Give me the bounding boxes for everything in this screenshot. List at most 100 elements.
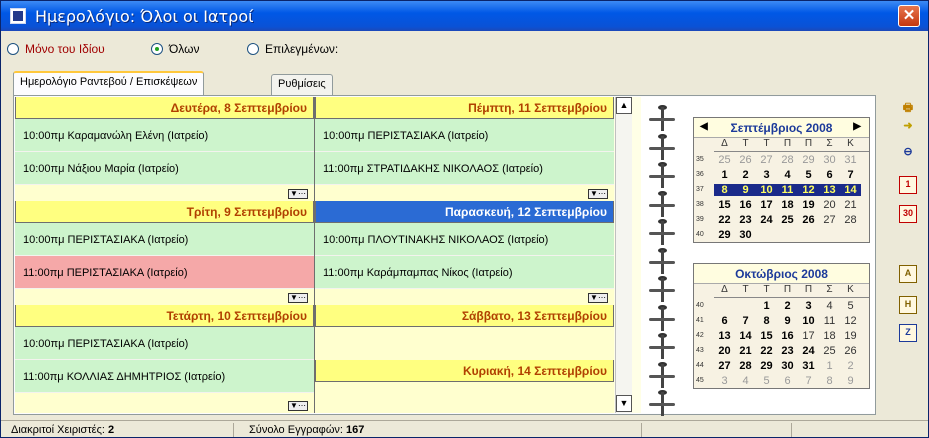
day-header[interactable]: Παρασκευή, 12 Σεπτεμβρίου [315, 201, 614, 223]
calendar-day[interactable]: 17 [798, 330, 819, 342]
go-to-today-icon[interactable]: ➜ [899, 119, 917, 137]
week-number[interactable]: 37 [694, 186, 714, 193]
calendar-day[interactable]: 2 [735, 169, 756, 181]
calendar-day[interactable]: 24 [756, 214, 777, 226]
calendar-day[interactable]: 23 [777, 345, 798, 357]
day-view-icon[interactable]: 1 [899, 176, 917, 194]
close-button[interactable]: ✕ [898, 5, 920, 27]
calendar-day[interactable]: 20 [819, 199, 840, 211]
tab-appointments-calendar[interactable]: Ημερολόγιο Ραντεβού / Επισκέψεων [13, 71, 205, 95]
month-title[interactable]: Οκτώβριος 2008 [735, 267, 828, 281]
day-header[interactable]: Τετάρτη, 10 Σεπτεμβρίου [15, 305, 314, 327]
calendar-day[interactable]: 12 [798, 183, 819, 196]
day-header[interactable]: Πέμπτη, 11 Σεπτεμβρίου [315, 97, 614, 119]
calendar-day[interactable]: 11 [819, 315, 840, 327]
calendar-day[interactable]: 7 [735, 315, 756, 327]
calendar-day[interactable]: 19 [798, 199, 819, 211]
scroll-up-icon[interactable]: ▲ [616, 97, 632, 114]
calendar-day[interactable]: 22 [714, 214, 735, 226]
more-appointments-icon[interactable]: ▼⋯ [288, 293, 308, 303]
appointment-item[interactable]: 10:00πμ ΠΛΟΥΤΙΝΑΚΗΣ ΝΙΚΟΛΑΟΣ (Ιατρείο) [315, 223, 614, 256]
next-month-icon[interactable]: ▶ [853, 121, 861, 132]
calendar-day[interactable]: 6 [819, 169, 840, 181]
appointment-item[interactable]: 10:00πμ ΠΕΡΙΣΤΑΣΙΑΚΑ (Ιατρείο) [315, 119, 614, 152]
prev-month-icon[interactable]: ◀ [700, 121, 708, 132]
calendar-day[interactable]: 6 [714, 315, 735, 327]
radio-icon[interactable] [7, 43, 19, 55]
calendar-day[interactable]: 5 [756, 375, 777, 387]
calendar-day[interactable]: 29 [756, 360, 777, 372]
calendar-day[interactable]: 25 [819, 345, 840, 357]
calendar-day[interactable]: 26 [840, 345, 861, 357]
week-number[interactable]: 40 [694, 231, 714, 238]
calendar-day[interactable]: 5 [840, 300, 861, 312]
calendar-day[interactable]: 8 [819, 375, 840, 387]
calendar-day[interactable]: 24 [798, 345, 819, 357]
calendar-day[interactable]: 7 [798, 375, 819, 387]
calendar-h-icon[interactable]: H [899, 296, 917, 314]
tab-settings[interactable]: Ρυθμίσεις [271, 74, 333, 95]
calendar-day[interactable]: 10 [798, 315, 819, 327]
calendar-day[interactable]: 27 [756, 154, 777, 166]
calendar-day[interactable]: 22 [756, 345, 777, 357]
calendar-day[interactable]: 31 [798, 360, 819, 372]
month-view-icon[interactable]: 30 [899, 205, 917, 223]
calendar-day[interactable]: 4 [777, 169, 798, 181]
calendar-z-icon[interactable]: Z [899, 324, 917, 342]
calendar-day[interactable]: 18 [777, 199, 798, 211]
calendar-day[interactable]: 29 [798, 154, 819, 166]
calendar-day[interactable]: 13 [714, 330, 735, 342]
radio-icon[interactable] [247, 43, 259, 55]
week-number[interactable]: 38 [694, 201, 714, 208]
calendar-day[interactable]: 27 [714, 360, 735, 372]
calendar-day[interactable]: 18 [819, 330, 840, 342]
calendar-day[interactable]: 31 [840, 154, 861, 166]
option-all[interactable]: Όλων [151, 42, 199, 56]
week-number[interactable]: 43 [694, 347, 714, 354]
week-number[interactable]: 36 [694, 171, 714, 178]
calendar-day[interactable]: 28 [777, 154, 798, 166]
appointment-item[interactable]: 10:00πμ ΠΕΡΙΣΤΑΣΙΑΚΑ (Ιατρείο) [15, 223, 314, 256]
calendar-day[interactable]: 13 [819, 183, 840, 196]
appointment-item[interactable]: 11:00πμ ΠΕΡΙΣΤΑΣΙΑΚΑ (Ιατρείο) [15, 256, 314, 289]
calendar-day[interactable]: 29 [714, 229, 735, 241]
calendar-day[interactable]: 3 [756, 169, 777, 181]
calendar-day[interactable]: 30 [819, 154, 840, 166]
calendar-day[interactable]: 15 [756, 330, 777, 342]
more-appointments-icon[interactable]: ▼⋯ [288, 401, 308, 411]
week-number[interactable]: 40 [694, 302, 714, 309]
option-selected[interactable]: Επιλεγμένων: [247, 42, 338, 56]
month-title[interactable]: Σεπτέμβριος 2008 [731, 121, 833, 135]
calendar-day[interactable]: 21 [735, 345, 756, 357]
day-header[interactable]: Τρίτη, 9 Σεπτεμβρίου [15, 201, 314, 223]
week-number[interactable]: 35 [694, 156, 714, 163]
calendar-day[interactable]: 16 [777, 330, 798, 342]
calendar-day[interactable]: 3 [798, 300, 819, 312]
print-icon[interactable]: 🖶 [899, 99, 917, 117]
appointment-item[interactable]: 10:00πμ Νάξιου Μαρία (Ιατρείο) [15, 152, 314, 185]
appointment-item[interactable]: 10:00πμ ΠΕΡΙΣΤΑΣΙΑΚΑ (Ιατρείο) [15, 327, 314, 360]
calendar-day[interactable]: 30 [777, 360, 798, 372]
calendar-day[interactable]: 14 [735, 330, 756, 342]
vertical-scrollbar[interactable]: ▲ ▼ [615, 97, 632, 413]
calendar-day[interactable]: 23 [735, 214, 756, 226]
more-appointments-icon[interactable]: ▼⋯ [288, 189, 308, 199]
calendar-day[interactable]: 7 [840, 169, 861, 181]
week-number[interactable]: 42 [694, 332, 714, 339]
option-own-only[interactable]: Μόνο του Ιδίου [7, 42, 105, 56]
day-header[interactable]: Σάββατο, 13 Σεπτεμβρίου [315, 305, 614, 327]
more-appointments-icon[interactable]: ▼⋯ [588, 293, 608, 303]
appointment-item[interactable]: 11:00πμ Καράμπαμπας Νίκος (Ιατρείο) [315, 256, 614, 289]
radio-selected-icon[interactable] [151, 43, 163, 55]
title-bar[interactable]: Ημερολόγιο: Όλοι οι Ιατροί ✕ [1, 1, 928, 31]
appointment-item[interactable]: 11:00πμ ΚΟΛΛΙΑΣ ΔΗΜΗΤΡΙΟΣ (Ιατρείο) [15, 360, 314, 393]
calendar-day[interactable]: 6 [777, 375, 798, 387]
calendar-day[interactable]: 8 [714, 183, 735, 196]
calendar-day[interactable]: 2 [777, 300, 798, 312]
zoom-out-icon[interactable]: ⊖ [899, 145, 917, 163]
calendar-day[interactable]: 8 [756, 315, 777, 327]
day-header[interactable]: Δευτέρα, 8 Σεπτεμβρίου [15, 97, 314, 119]
calendar-day[interactable]: 4 [819, 300, 840, 312]
calendar-day[interactable]: 30 [735, 229, 756, 241]
calendar-day[interactable]: 27 [819, 214, 840, 226]
